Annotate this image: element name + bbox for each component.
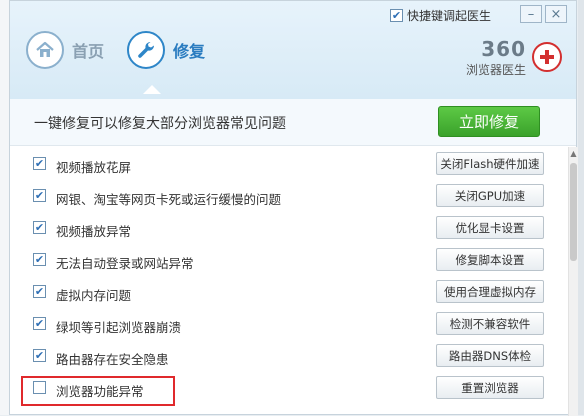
item-checkbox[interactable]: ✔ (33, 253, 46, 266)
list-scrollbar[interactable]: ▲ (568, 147, 578, 416)
scroll-thumb[interactable] (570, 163, 577, 261)
medical-cross-icon (532, 42, 562, 72)
item-checkbox[interactable]: ✔ (33, 285, 46, 298)
brand: 360 浏览器医生 (466, 39, 526, 78)
item-action-button[interactable]: 关闭GPU加速 (436, 184, 544, 207)
item-label: 虚拟内存问题 (56, 288, 132, 303)
close-icon: × (550, 6, 562, 22)
list-item: ✔ 无法自动登录或网站异常 修复脚本设置 (10, 245, 568, 275)
tab-home-label: 首页 (72, 42, 105, 61)
item-label: 视频播放花屏 (56, 160, 132, 175)
repair-banner: 一键修复可以修复大部分浏览器常见问题 立即修复 (10, 99, 576, 146)
hotkey-toggle[interactable]: ✔ 快捷键调起医生 (390, 7, 491, 24)
tab-repair-label: 修复 (173, 42, 206, 61)
banner-text: 一键修复可以修复大部分浏览器常见问题 (34, 116, 286, 132)
fix-now-button[interactable]: 立即修复 (438, 106, 540, 137)
home-icon (26, 31, 64, 69)
item-action-button[interactable]: 优化显卡设置 (436, 216, 544, 239)
list-item: ✔ 视频播放异常 优化显卡设置 (10, 213, 568, 243)
scroll-up-arrow-icon[interactable]: ▲ (569, 149, 578, 158)
brand-number: 360 (481, 37, 526, 61)
item-checkbox[interactable]: ✔ (33, 157, 46, 170)
list-item: ✔ 虚拟内存问题 使用合理虚拟内存 (10, 277, 568, 307)
item-checkbox[interactable]: ✔ (33, 221, 46, 234)
item-label: 网银、淘宝等网页卡死或运行缓慢的问题 (56, 192, 282, 207)
list-item: ✔ 路由器存在安全隐患 路由器DNS体检 (10, 341, 568, 371)
minimize-button[interactable]: – (520, 5, 542, 23)
item-checkbox[interactable]: ✔ (33, 317, 46, 330)
background-window-right (578, 0, 584, 415)
item-label: 路由器存在安全隐患 (56, 352, 169, 367)
list-item: ✔ 视频播放花屏 关闭Flash硬件加速 (10, 149, 568, 179)
tab-home[interactable]: 首页 (26, 31, 104, 69)
item-label: 无法自动登录或网站异常 (56, 256, 194, 271)
item-label: 绿坝等引起浏览器崩溃 (56, 320, 182, 335)
list-item: ✔ 绿坝等引起浏览器崩溃 检测不兼容软件 (10, 309, 568, 339)
item-action-button[interactable]: 路由器DNS体检 (436, 344, 544, 367)
header: ✔ 快捷键调起医生 – × 首页 修复 360 浏览器医生 (10, 1, 576, 100)
active-tab-pointer (143, 85, 161, 94)
item-checkbox[interactable]: ✔ (33, 189, 46, 202)
item-checkbox[interactable]: ✔ (33, 349, 46, 362)
tab-repair[interactable]: 修复 (127, 31, 205, 69)
list-item: ✔ 网银、淘宝等网页卡死或运行缓慢的问题 关闭GPU加速 (10, 181, 568, 211)
close-button[interactable]: × (545, 5, 567, 23)
item-action-button[interactable]: 关闭Flash硬件加速 (436, 152, 544, 175)
browser-doctor-window: ✔ 快捷键调起医生 – × 首页 修复 360 浏览器医生 一键修复可以修复大部… (9, 0, 578, 416)
wrench-icon (127, 31, 165, 69)
minimize-icon: – (527, 6, 535, 22)
item-action-button[interactable]: 重置浏览器 (436, 376, 544, 399)
brand-subtitle: 浏览器医生 (465, 63, 526, 77)
item-action-button[interactable]: 使用合理虚拟内存 (436, 280, 544, 303)
item-label: 视频播放异常 (56, 224, 132, 239)
hotkey-checkbox[interactable]: ✔ (390, 9, 403, 22)
item-action-button[interactable]: 检测不兼容软件 (436, 312, 544, 335)
item-action-button[interactable]: 修复脚本设置 (436, 248, 544, 271)
hotkey-label: 快捷键调起医生 (407, 9, 492, 23)
annotation-highlight-box (21, 376, 175, 406)
